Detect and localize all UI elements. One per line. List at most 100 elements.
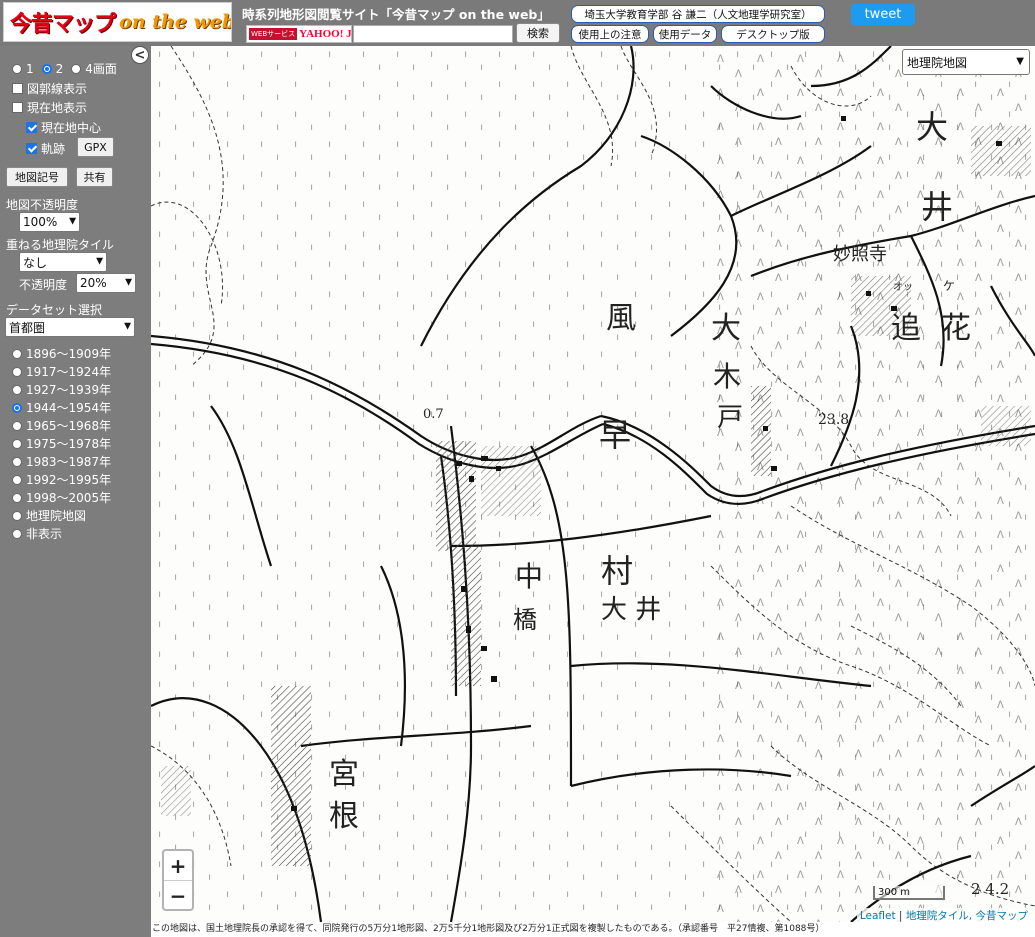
period-option[interactable]: 1992～1995年 (12, 471, 111, 488)
map-label-dai: 大 (916, 108, 948, 146)
map-label-miya: 宮 (329, 757, 359, 792)
map-label-ne: 根 (329, 799, 359, 834)
overlay-opacity-select[interactable]: 20% ▼ (76, 273, 136, 293)
screen-2-radio[interactable] (41, 63, 52, 74)
center-location-checkbox[interactable] (26, 122, 37, 133)
period-radio[interactable] (12, 510, 22, 521)
tweet-button[interactable]: tweet (851, 4, 915, 25)
map-canvas[interactable]: ╵ ╵ ᐱ ᐱ (151, 46, 1035, 922)
period-label: 1965～1968年 (26, 419, 112, 433)
affiliation-link[interactable]: 埼玉大学教育学部 谷 謙二（人文地理学研究室） (571, 5, 825, 23)
period-label: 1927～1939年 (26, 383, 112, 397)
overlay-tile-label: 重ねる地理院タイル (6, 238, 115, 252)
screen-1-radio[interactable] (12, 63, 22, 74)
map-label-mura: 村 (601, 552, 633, 590)
dataset-select[interactable]: 首都圏 ▼ (5, 317, 135, 337)
grid-lines-toggle[interactable]: 図郭線表示 (12, 80, 87, 97)
map-attribution: Leaflet | 地理院タイル, 今昔マップ (856, 908, 1031, 923)
map-label-kaze: 風 (606, 301, 636, 336)
period-label: 1992～1995年 (26, 473, 112, 487)
dataset-label: データセット選択 (6, 303, 103, 317)
chevron-down-icon: ▼ (125, 277, 132, 288)
zoom-in-button[interactable]: + (164, 851, 192, 881)
period-radio[interactable] (12, 474, 22, 485)
map-spot-height-2: 2 4.2 (971, 880, 1009, 898)
period-option[interactable]: 1896～1909年 (12, 345, 111, 362)
track-label: 軌跡 (41, 142, 66, 156)
map-label-ki: 木 (713, 360, 741, 393)
period-option[interactable]: 非表示 (12, 525, 62, 542)
map-label-myoshoji: 妙照寺 (833, 244, 887, 265)
period-option[interactable]: 1917～1924年 (12, 363, 111, 380)
period-radio[interactable] (12, 438, 22, 449)
desktop-version-link[interactable]: デスクトップ版 (721, 25, 825, 43)
share-button[interactable]: 共有 (76, 167, 113, 187)
period-option[interactable]: 1975～1978年 (12, 435, 111, 452)
search-input[interactable] (353, 25, 513, 43)
overlay-tile-select[interactable]: なし ▼ (19, 252, 107, 272)
show-location-label: 現在地表示 (27, 101, 88, 115)
dataset-value: 首都圏 (9, 320, 46, 335)
chevron-down-icon: ▼ (1016, 55, 1024, 67)
period-radio[interactable] (12, 420, 22, 431)
leaflet-link[interactable]: Leaflet (860, 910, 896, 922)
zoom-control: + − (162, 849, 194, 911)
map-label-haya: 早 (599, 416, 631, 454)
track-checkbox[interactable] (26, 143, 37, 154)
map-label-i: 井 (921, 188, 953, 226)
center-location-label: 現在地中心 (41, 121, 102, 135)
period-radio[interactable] (12, 456, 22, 467)
search-button[interactable]: 検索 (516, 23, 560, 43)
map-symbols-button[interactable]: 地図記号 (6, 167, 68, 187)
map-label-ooi: 大 井 (601, 595, 661, 625)
collapse-sidebar-button[interactable]: < (131, 46, 149, 64)
period-option[interactable]: 1965～1968年 (12, 417, 111, 434)
logo-main-text: 今昔マップ (10, 12, 116, 37)
period-label: 1917～1924年 (26, 365, 112, 379)
screen-2-label: 2 (55, 61, 64, 76)
overlay-opacity-label: 不透明度 (19, 278, 68, 292)
basemap-select[interactable]: 地理院地図 ▼ (902, 49, 1030, 75)
track-toggle[interactable]: 軌跡 (26, 140, 65, 157)
map-spot-height-3: 0.7 (423, 407, 444, 422)
map-opacity-label: 地図不透明度 (6, 198, 79, 212)
screen-4-label: 4画面 (85, 62, 117, 76)
map-label-ke-kana: ケ (943, 279, 955, 293)
period-radio[interactable] (12, 492, 22, 503)
period-option[interactable]: 1927～1939年 (12, 381, 111, 398)
usage-notes-link[interactable]: 使用上の注意 (571, 25, 649, 43)
period-label: 1896～1909年 (26, 347, 112, 361)
period-option-selected[interactable]: 1944～1954年 (12, 399, 111, 416)
tile-attribution-link[interactable]: 地理院タイル, 今昔マップ (906, 910, 1028, 922)
logo-sub-text: on the web (119, 11, 232, 33)
header: 今昔マップ on the web 時系列地形図閲覧サイト「今昔マップ on th… (0, 0, 1035, 46)
period-option[interactable]: 地理院地図 (12, 507, 86, 524)
period-radio[interactable] (12, 348, 22, 359)
period-radio[interactable] (12, 366, 22, 377)
show-location-checkbox[interactable] (12, 102, 23, 113)
period-label: 非表示 (26, 527, 63, 541)
gpx-button[interactable]: GPX (77, 137, 114, 157)
center-location-toggle[interactable]: 現在地中心 (26, 119, 101, 136)
screen-4-radio[interactable] (71, 63, 82, 74)
show-location-toggle[interactable]: 現在地表示 (12, 99, 87, 116)
period-radio-selected[interactable] (12, 402, 22, 413)
chevron-down-icon: ▼ (69, 216, 76, 227)
map-copyright-note: この地図は、国土地理院長の承認を得て、同院発行の5万分1地形図、2万5千分1地形… (151, 922, 1035, 937)
zoom-out-button[interactable]: − (164, 881, 192, 909)
site-title: 時系列地形図閲覧サイト「今昔マップ on the web」 (242, 7, 550, 22)
grid-lines-label: 図郭線表示 (27, 82, 88, 96)
yahoo-credit-badge[interactable]: WEBサービス YAHOO! JAPAN (246, 25, 352, 43)
period-option[interactable]: 1998～2005年 (12, 489, 111, 506)
site-logo[interactable]: 今昔マップ on the web (3, 2, 232, 42)
period-radio[interactable] (12, 384, 22, 395)
map-opacity-select[interactable]: 100% ▼ (19, 212, 80, 232)
period-label: 1983～1987年 (26, 455, 112, 469)
usage-data-link[interactable]: 使用データ (653, 25, 717, 43)
map-label-naka: 中 (515, 560, 543, 593)
period-radio[interactable] (12, 528, 22, 539)
historic-topo-map: ╵ ╵ ᐱ ᐱ (151, 46, 1035, 922)
period-option[interactable]: 1983～1987年 (12, 453, 111, 470)
grid-lines-checkbox[interactable] (12, 83, 23, 94)
map-opacity-value: 100% (23, 215, 58, 229)
